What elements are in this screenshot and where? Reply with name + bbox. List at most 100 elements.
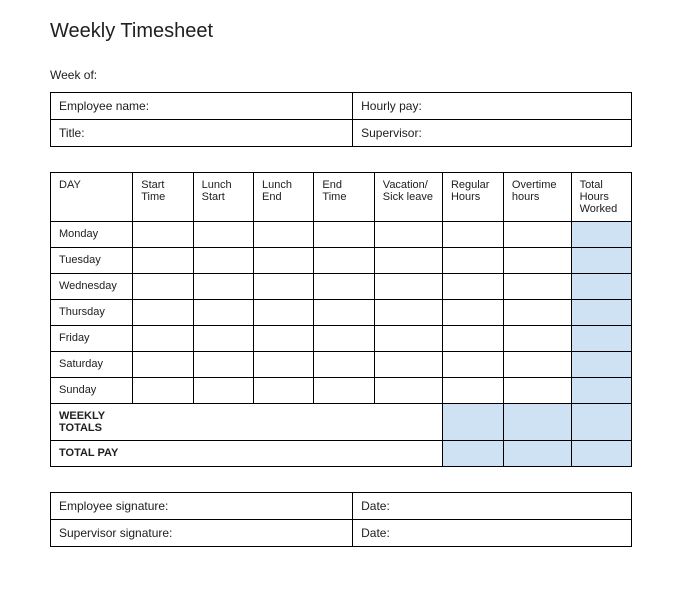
data-cell xyxy=(374,248,442,274)
header-regular: Regular Hours xyxy=(442,173,503,222)
data-cell xyxy=(254,300,314,326)
header-overtime: Overtime hours xyxy=(503,173,571,222)
data-cell xyxy=(254,248,314,274)
data-cell xyxy=(503,326,571,352)
total-hours-cell xyxy=(571,326,631,352)
data-cell xyxy=(314,274,374,300)
total-hours-cell xyxy=(571,378,631,404)
weekly-totals-overtime xyxy=(503,404,571,441)
header-end-time: End Time xyxy=(314,173,374,222)
employee-name-label: Employee name: xyxy=(51,93,353,120)
table-row: Friday xyxy=(51,326,632,352)
data-cell xyxy=(442,248,503,274)
employee-signature-date-label: Date: xyxy=(353,493,632,520)
data-cell xyxy=(193,248,253,274)
empty-cell xyxy=(133,441,193,467)
data-cell xyxy=(193,300,253,326)
timesheet-table: DAY Start Time Lunch Start Lunch End End… xyxy=(50,172,632,467)
table-row: Thursday xyxy=(51,300,632,326)
empty-cell xyxy=(133,404,193,441)
supervisor-signature-label: Supervisor signature: xyxy=(51,520,353,547)
total-hours-cell xyxy=(571,300,631,326)
weekly-totals-regular xyxy=(442,404,503,441)
weekly-totals-total xyxy=(571,404,631,441)
header-start-time: Start Time xyxy=(133,173,193,222)
empty-cell xyxy=(193,441,253,467)
data-cell xyxy=(442,326,503,352)
data-cell xyxy=(254,274,314,300)
data-cell xyxy=(374,352,442,378)
data-cell xyxy=(503,248,571,274)
data-cell xyxy=(374,222,442,248)
data-cell xyxy=(314,300,374,326)
total-hours-cell xyxy=(571,248,631,274)
data-cell xyxy=(442,274,503,300)
header-lunch-start: Lunch Start xyxy=(193,173,253,222)
page-title: Weekly Timesheet xyxy=(50,20,632,43)
data-cell xyxy=(374,274,442,300)
day-cell: Saturday xyxy=(51,352,133,378)
data-cell xyxy=(254,222,314,248)
data-cell xyxy=(193,274,253,300)
table-row: Tuesday xyxy=(51,248,632,274)
employee-info-table: Employee name: Hourly pay: Title: Superv… xyxy=(50,92,632,147)
total-pay-overtime xyxy=(503,441,571,467)
total-hours-cell xyxy=(571,274,631,300)
data-cell xyxy=(193,222,253,248)
data-cell xyxy=(374,326,442,352)
signature-row: Supervisor signature: Date: xyxy=(51,520,632,547)
header-day: DAY xyxy=(51,173,133,222)
timesheet-header-row: DAY Start Time Lunch Start Lunch End End… xyxy=(51,173,632,222)
table-row: Sunday xyxy=(51,378,632,404)
day-cell: Tuesday xyxy=(51,248,133,274)
weekly-totals-row: WEEKLY TOTALS xyxy=(51,404,632,441)
day-cell: Wednesday xyxy=(51,274,133,300)
data-cell xyxy=(503,274,571,300)
empty-cell xyxy=(314,441,374,467)
data-cell xyxy=(442,222,503,248)
total-pay-total xyxy=(571,441,631,467)
supervisor-label: Supervisor: xyxy=(353,120,632,147)
data-cell xyxy=(503,352,571,378)
data-cell xyxy=(374,378,442,404)
day-cell: Friday xyxy=(51,326,133,352)
data-cell xyxy=(254,378,314,404)
total-pay-label: TOTAL PAY xyxy=(51,441,133,467)
supervisor-signature-date-label: Date: xyxy=(353,520,632,547)
data-cell xyxy=(254,326,314,352)
signature-row: Employee signature: Date: xyxy=(51,493,632,520)
data-cell xyxy=(133,300,193,326)
data-cell xyxy=(442,300,503,326)
data-cell xyxy=(314,222,374,248)
header-total: Total Hours Worked xyxy=(571,173,631,222)
total-pay-regular xyxy=(442,441,503,467)
data-cell xyxy=(254,352,314,378)
empty-cell xyxy=(314,404,374,441)
data-cell xyxy=(133,274,193,300)
header-vacation: Vacation/ Sick leave xyxy=(374,173,442,222)
data-cell xyxy=(442,352,503,378)
week-of-label: Week of: xyxy=(50,68,632,82)
weekly-totals-label: WEEKLY TOTALS xyxy=(51,404,133,441)
data-cell xyxy=(133,248,193,274)
data-cell xyxy=(314,378,374,404)
data-cell xyxy=(193,326,253,352)
empty-cell xyxy=(374,404,442,441)
info-row: Title: Supervisor: xyxy=(51,120,632,147)
day-cell: Monday xyxy=(51,222,133,248)
total-hours-cell xyxy=(571,352,631,378)
table-row: Saturday xyxy=(51,352,632,378)
empty-cell xyxy=(254,404,314,441)
data-cell xyxy=(133,378,193,404)
day-cell: Sunday xyxy=(51,378,133,404)
data-cell xyxy=(503,300,571,326)
total-pay-row: TOTAL PAY xyxy=(51,441,632,467)
hourly-pay-label: Hourly pay: xyxy=(353,93,632,120)
data-cell xyxy=(314,352,374,378)
table-row: Wednesday xyxy=(51,274,632,300)
data-cell xyxy=(133,222,193,248)
empty-cell xyxy=(193,404,253,441)
empty-cell xyxy=(374,441,442,467)
total-hours-cell xyxy=(571,222,631,248)
data-cell xyxy=(193,378,253,404)
